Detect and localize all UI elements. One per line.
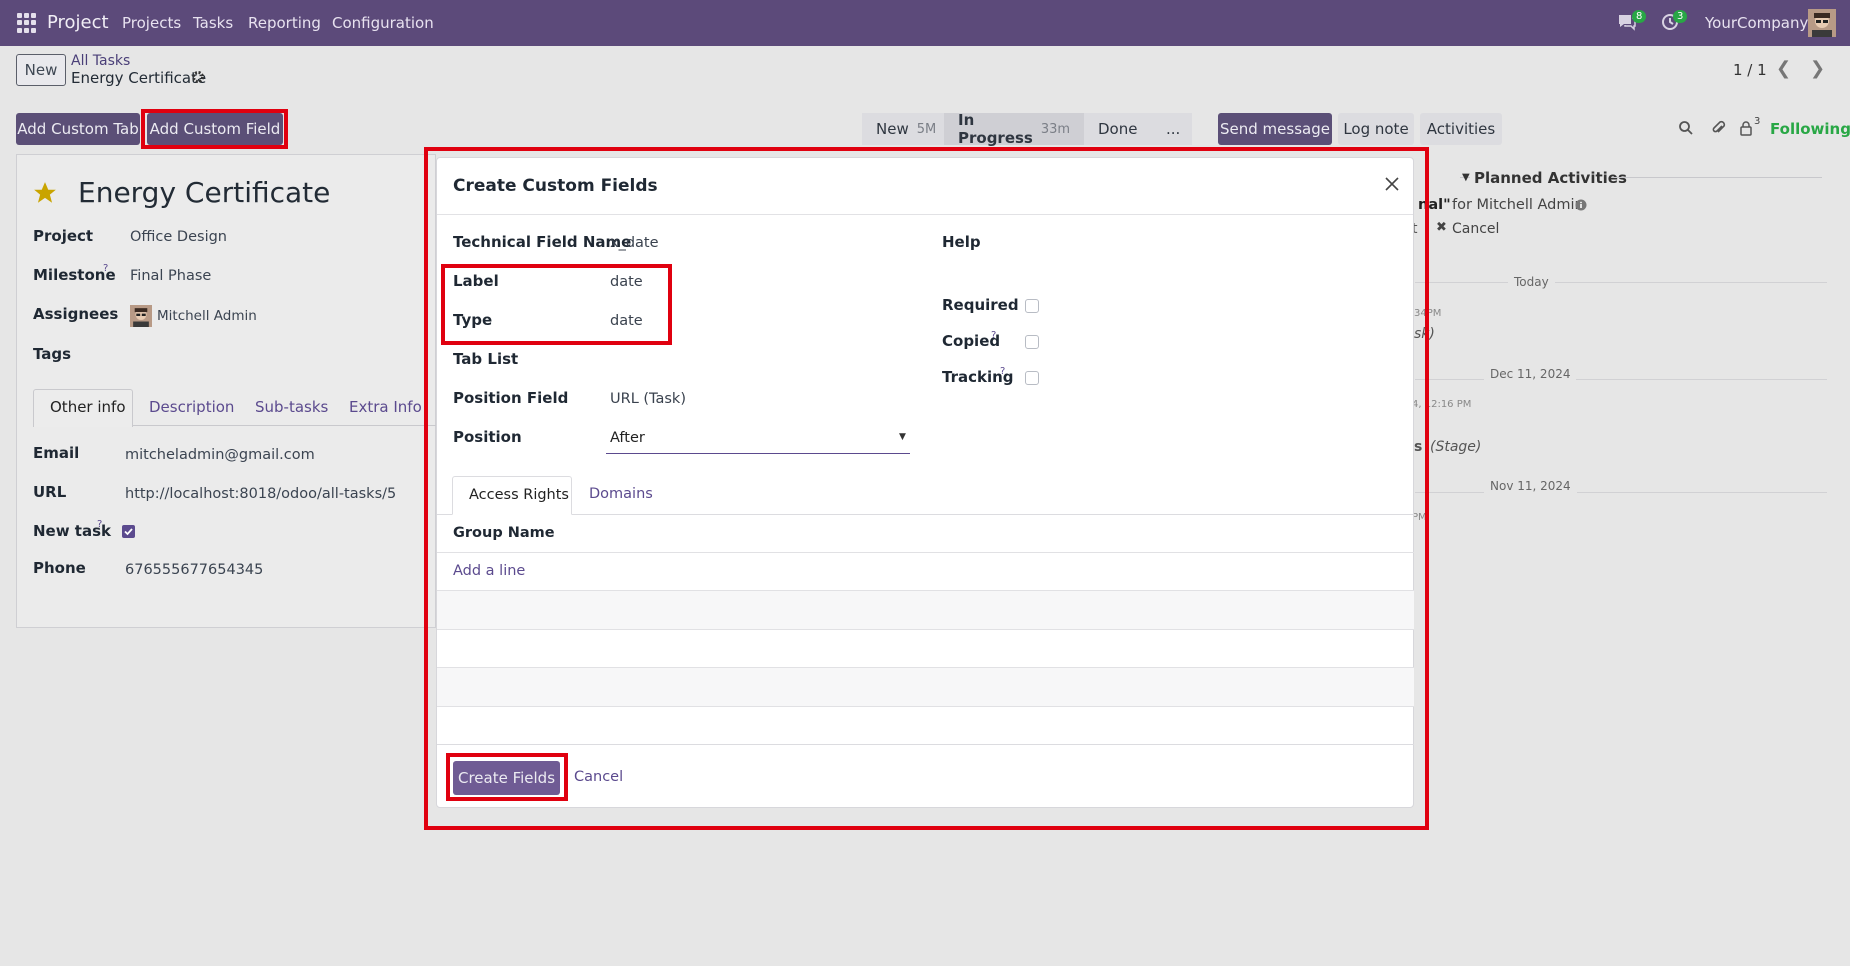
activity-cancel-link[interactable]: Cancel xyxy=(1452,221,1499,237)
phone-label: Phone xyxy=(33,559,86,577)
date-dec: Dec 11, 2024 xyxy=(1484,367,1577,381)
stage-in-progress[interactable]: In Progress 33m xyxy=(944,111,1084,147)
new-task-checkbox[interactable] xyxy=(122,525,135,538)
pager-next-icon[interactable]: ❯ xyxy=(1810,58,1825,79)
stage-done[interactable]: Done xyxy=(1084,113,1152,145)
priority-star-icon[interactable] xyxy=(32,180,58,210)
divider-right xyxy=(1612,177,1822,178)
following-button[interactable]: Following xyxy=(1770,120,1850,138)
stage-in-progress-label: In Progress xyxy=(958,111,1033,147)
milestone-value[interactable]: Final Phase xyxy=(130,268,211,284)
url-value[interactable]: http://localhost:8018/odoo/all-tasks/5 xyxy=(125,486,396,502)
breadcrumb-all-tasks[interactable]: All Tasks xyxy=(71,53,130,69)
add-custom-tab-button[interactable]: Add Custom Tab xyxy=(16,113,140,145)
send-message-button[interactable]: Send message xyxy=(1218,113,1332,145)
assignees-value[interactable]: Mitchell Admin xyxy=(157,308,257,324)
caret-down-icon[interactable]: ▼ xyxy=(1462,172,1470,183)
tab-description[interactable]: Description xyxy=(149,398,234,416)
cancel-x-icon[interactable]: ✖ xyxy=(1436,220,1447,235)
apps-menu-icon[interactable] xyxy=(17,13,37,33)
stage-new-label: New xyxy=(876,120,909,138)
activities-badge: 3 xyxy=(1673,10,1688,23)
stage-more-label: ... xyxy=(1166,120,1181,138)
email-label: Email xyxy=(33,444,80,462)
pager-value[interactable]: 1 / 1 xyxy=(1733,61,1767,79)
message-stage-2: (Stage) xyxy=(1430,439,1482,455)
date-divider-dec xyxy=(1415,379,1827,380)
date-nov: Nov 11, 2024 xyxy=(1484,479,1577,493)
tab-extra-info[interactable]: Extra Info xyxy=(349,398,422,416)
date-today: Today xyxy=(1508,275,1555,289)
app-name[interactable]: Project xyxy=(47,12,109,33)
highlight-label-type xyxy=(441,264,672,345)
date-divider-today xyxy=(1415,282,1827,283)
stage-in-progress-time: 33m xyxy=(1040,121,1071,137)
task-title[interactable]: Energy Certificate xyxy=(78,176,330,209)
user-avatar[interactable] xyxy=(1808,9,1836,37)
activity-assignee: for Mitchell Admin xyxy=(1452,197,1584,213)
date-divider-nov xyxy=(1415,492,1827,493)
project-value[interactable]: Office Design xyxy=(130,229,227,245)
tab-other-info-label: Other info xyxy=(50,398,126,416)
stage-new[interactable]: New 5M xyxy=(862,113,944,145)
project-label: Project xyxy=(33,227,94,245)
company-switcher[interactable]: YourCompany xyxy=(1705,14,1808,32)
breadcrumb-current: Energy Certificate xyxy=(71,69,207,87)
messages-badge: 8 xyxy=(1632,10,1647,23)
menu-projects[interactable]: Projects xyxy=(122,14,181,32)
gear-icon[interactable] xyxy=(191,70,205,88)
menu-tasks[interactable]: Tasks xyxy=(193,14,233,32)
phone-value[interactable]: 676555677654345 xyxy=(125,562,263,578)
new-task-help-icon[interactable]: ? xyxy=(97,519,102,530)
stage-more[interactable]: ... xyxy=(1152,113,1192,145)
url-label: URL xyxy=(33,483,67,501)
email-value[interactable]: mitcheladmin@gmail.com xyxy=(125,447,315,463)
tags-label: Tags xyxy=(33,345,72,363)
paperclip-icon[interactable] xyxy=(1710,119,1726,141)
new-record-button[interactable]: New xyxy=(16,54,66,86)
menu-reporting[interactable]: Reporting xyxy=(248,14,321,32)
stage-new-time: 5M xyxy=(916,121,937,137)
stage-done-label: Done xyxy=(1098,120,1138,138)
highlight-add-custom-field xyxy=(141,109,288,149)
log-note-button[interactable]: Log note xyxy=(1338,113,1414,145)
menu-configuration[interactable]: Configuration xyxy=(332,14,434,32)
activities-button[interactable]: Activities xyxy=(1420,113,1502,145)
info-icon[interactable] xyxy=(1575,199,1587,215)
pager-prev-icon[interactable]: ❮ xyxy=(1776,58,1791,79)
milestone-help-icon[interactable]: ? xyxy=(103,263,108,274)
followers-lock-icon[interactable] xyxy=(1739,120,1753,140)
followers-count: 3 xyxy=(1754,116,1761,127)
search-icon[interactable] xyxy=(1678,120,1694,140)
assignee-avatar xyxy=(130,305,152,327)
tab-sub-tasks[interactable]: Sub-tasks xyxy=(255,398,328,416)
assignees-label: Assignees xyxy=(33,305,119,323)
planned-activities-toggle[interactable]: Planned Activities xyxy=(1474,169,1627,187)
highlight-create-fields xyxy=(446,753,568,801)
stage-statusbar: New 5M In Progress 33m Done ... xyxy=(862,111,1192,147)
top-navbar: Project Projects Tasks Reporting Configu… xyxy=(0,0,1850,46)
highlight-dialog xyxy=(424,147,1429,830)
